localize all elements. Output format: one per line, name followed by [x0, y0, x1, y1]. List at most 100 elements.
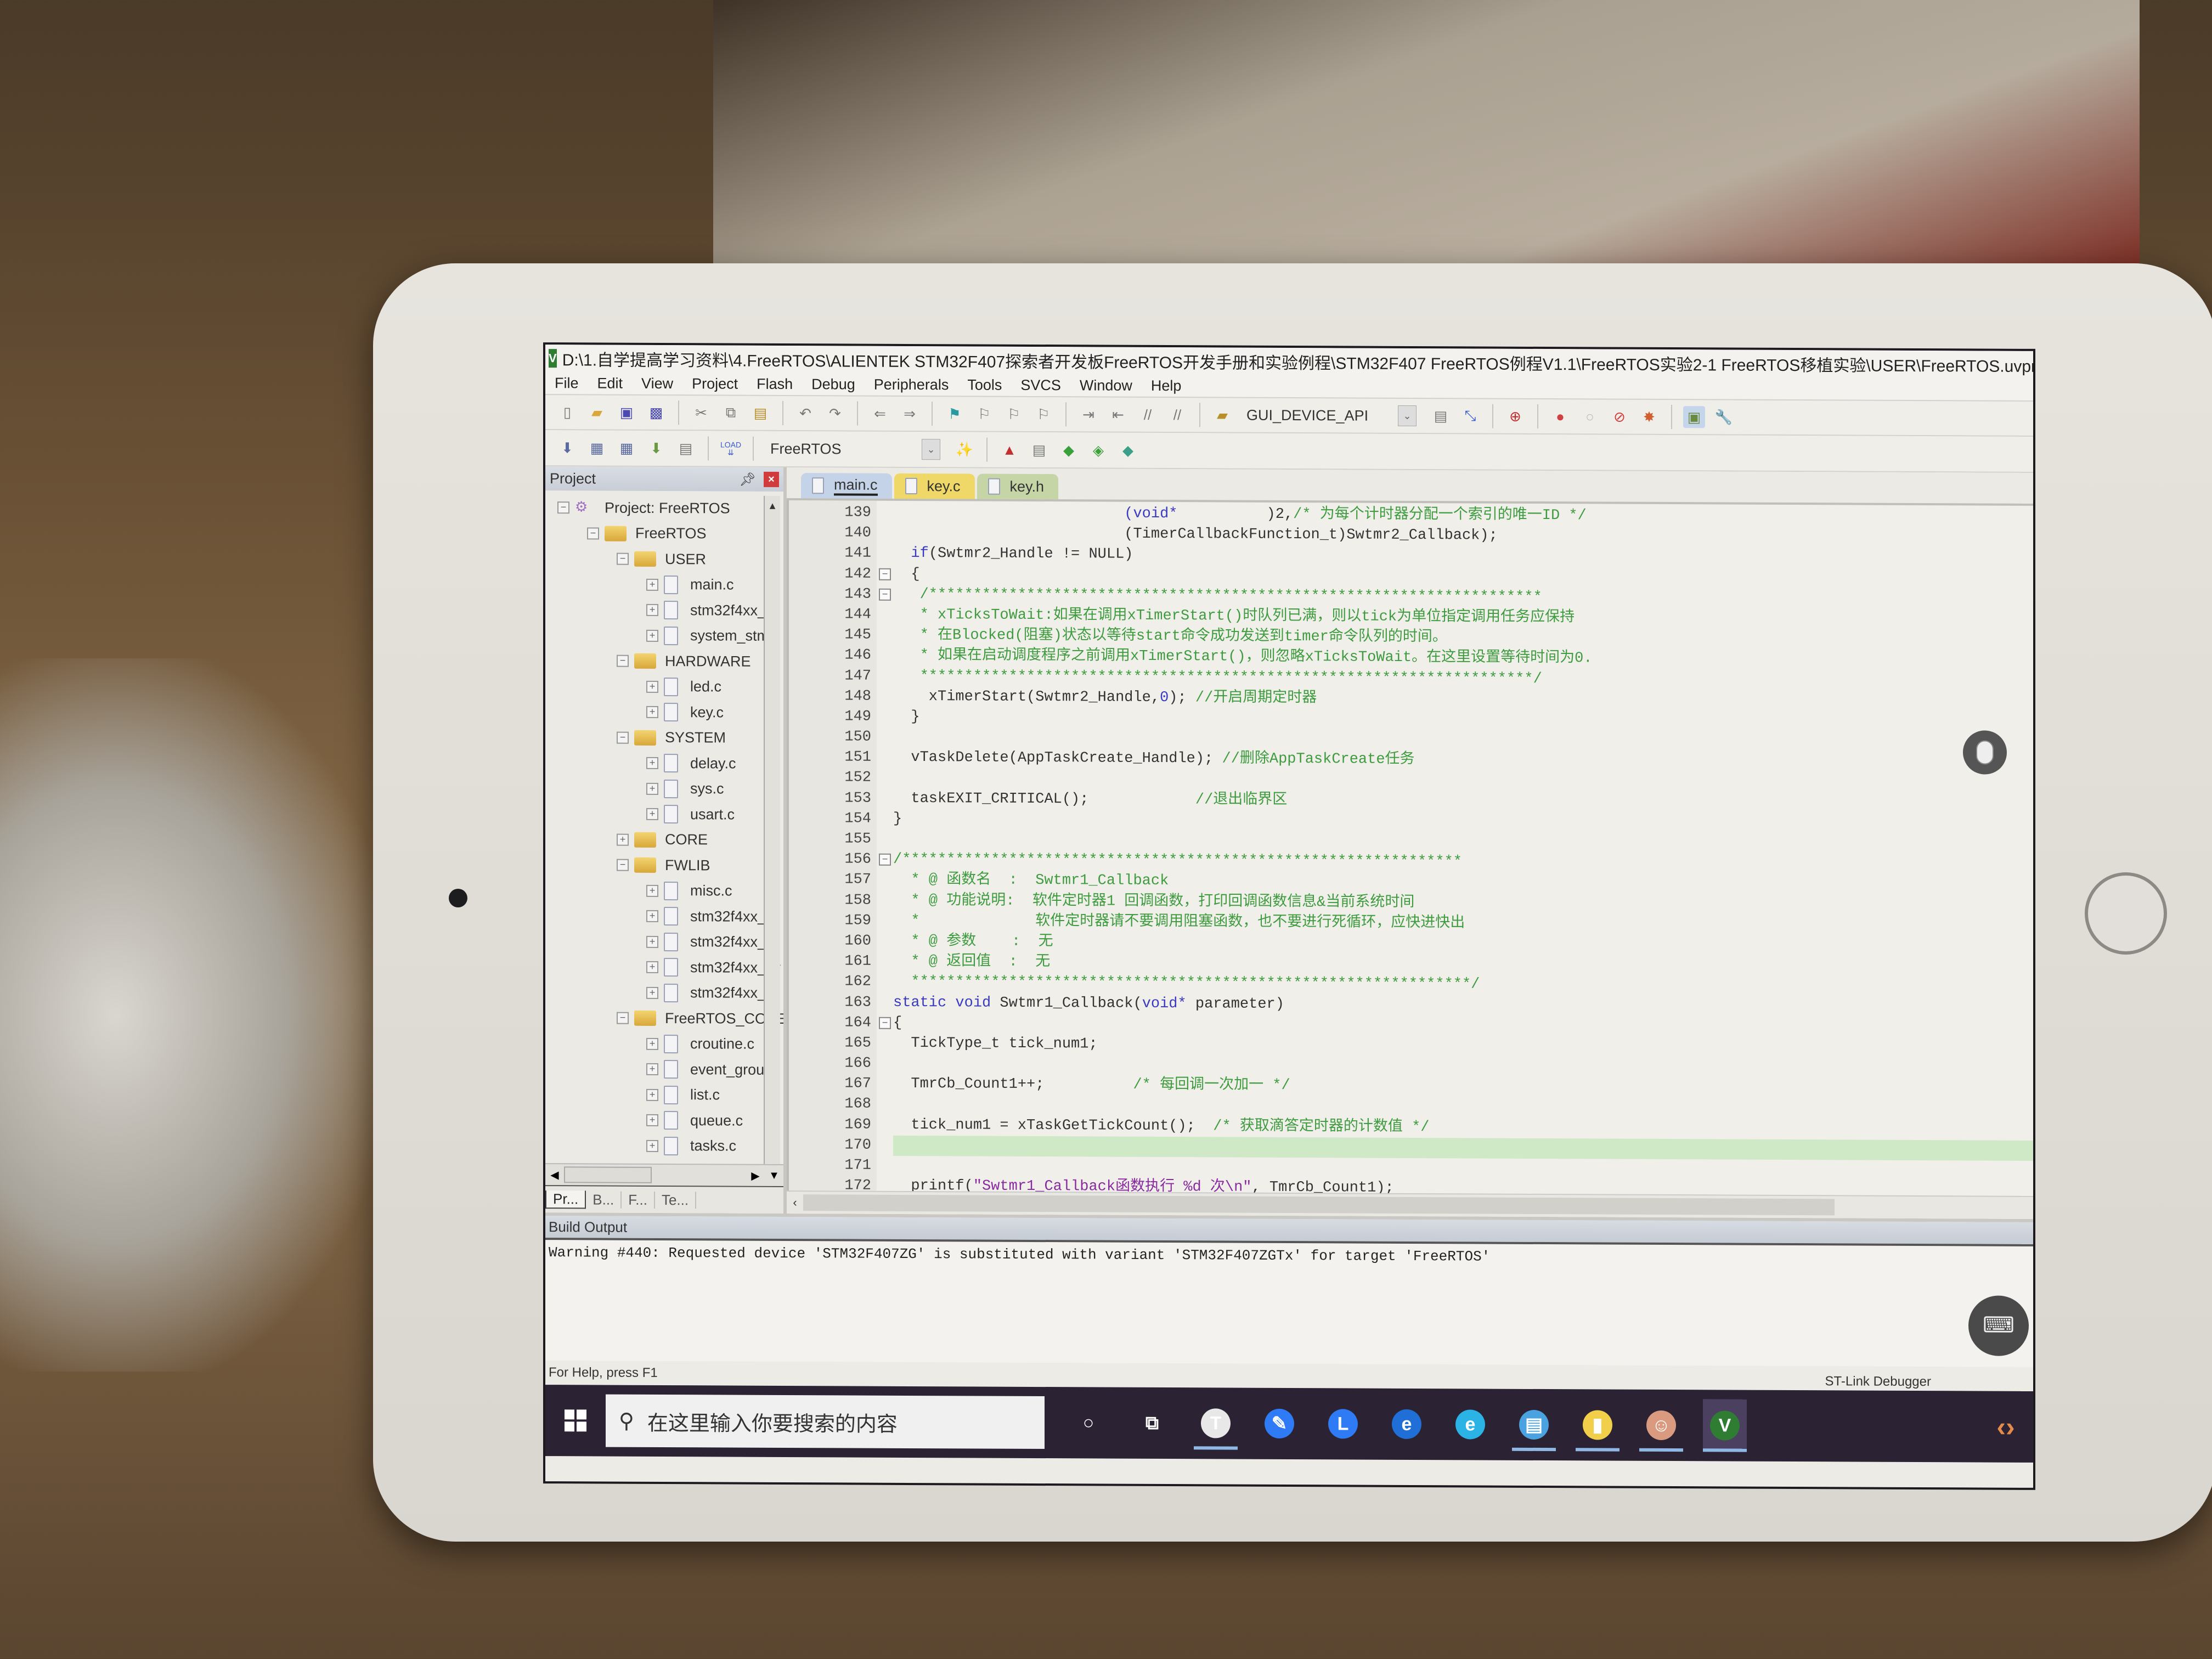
- tree-item-file[interactable]: + misc.c: [545, 878, 783, 904]
- scroll-left-icon[interactable]: ◀: [545, 1168, 564, 1182]
- menu-project[interactable]: Project: [682, 375, 747, 393]
- tree-item-file[interactable]: + stm32f4xx_it: [545, 597, 783, 623]
- cortana-icon[interactable]: ○: [1066, 1396, 1110, 1449]
- disable-breakpoint-icon[interactable]: ○: [1579, 405, 1601, 427]
- tree-item-folder[interactable]: − HARDWARE: [545, 648, 783, 674]
- mouse-icon[interactable]: [1963, 730, 2007, 775]
- tree-item-file[interactable]: + list.c: [545, 1082, 783, 1108]
- file-explorer-icon[interactable]: ▮: [1576, 1398, 1620, 1451]
- tab-key-c[interactable]: key.c: [894, 473, 975, 499]
- templates-tab[interactable]: Te...: [654, 1191, 697, 1209]
- new-file-icon[interactable]: ▯: [556, 401, 578, 423]
- collapse-icon[interactable]: −: [617, 552, 629, 565]
- expand-icon[interactable]: +: [646, 1037, 658, 1050]
- feishu-icon[interactable]: ✎: [1257, 1397, 1301, 1450]
- expand-icon[interactable]: +: [646, 1063, 658, 1076]
- code-text[interactable]: (void* )2,/* 为每个计时器分配一个索引的唯一ID */ (Timer…: [893, 501, 2033, 1196]
- collapse-icon[interactable]: −: [617, 859, 629, 871]
- scroll-down-icon[interactable]: ▼: [765, 1169, 783, 1182]
- expand-icon[interactable]: +: [646, 629, 658, 642]
- tree-item-file[interactable]: + delay.c: [545, 750, 783, 776]
- cut-icon[interactable]: ✂: [690, 402, 712, 424]
- paste-icon[interactable]: ▤: [749, 402, 771, 424]
- pin-icon[interactable]: 📌︎: [740, 471, 756, 487]
- download-icon[interactable]: LOAD ⇊: [720, 437, 742, 459]
- breakpoint-icon[interactable]: ●: [1549, 405, 1571, 427]
- fold-collapse-icon[interactable]: −: [879, 568, 891, 580]
- expand-icon[interactable]: +: [646, 578, 658, 591]
- find-combo[interactable]: GUI_DEVICE_API ⌄: [1241, 404, 1422, 427]
- menu-view[interactable]: View: [632, 375, 682, 392]
- redo-icon[interactable]: ↷: [824, 402, 846, 424]
- menu-help[interactable]: Help: [1142, 377, 1191, 394]
- tree-item-file[interactable]: + croutine.c: [545, 1031, 783, 1057]
- tree-item-file[interactable]: + queue.c: [545, 1107, 783, 1133]
- functions-tab[interactable]: F...: [622, 1191, 655, 1209]
- tree-item-folder[interactable]: − FWLIB: [545, 852, 783, 878]
- tab-key-h[interactable]: key.h: [977, 473, 1059, 500]
- stop-build-icon[interactable]: ▤: [675, 437, 697, 459]
- tree-item-file[interactable]: + tasks.c: [545, 1133, 783, 1159]
- expand-icon[interactable]: +: [646, 1114, 658, 1127]
- uncomment-icon[interactable]: //: [1166, 404, 1188, 426]
- fold-collapse-icon[interactable]: −: [879, 854, 891, 866]
- configure-icon[interactable]: 🔧: [1713, 406, 1735, 428]
- tree-item-file[interactable]: + event_group: [545, 1056, 783, 1082]
- fold-collapse-icon[interactable]: −: [879, 1017, 891, 1029]
- nav-forward-icon[interactable]: ⇒: [899, 403, 921, 425]
- kill-all-icon[interactable]: ✸: [1638, 406, 1660, 428]
- tree-item-file[interactable]: + key.c: [545, 699, 783, 725]
- code-arrows-icon[interactable]: ‹›: [1978, 1410, 2033, 1442]
- home-button[interactable]: [2085, 872, 2167, 955]
- bookmark-icon[interactable]: ⚑: [944, 403, 966, 425]
- collapse-icon[interactable]: −: [587, 527, 599, 540]
- keyboard-icon[interactable]: ⌨: [1968, 1295, 2029, 1356]
- target-select[interactable]: FreeRTOS ⌄: [765, 438, 946, 460]
- next-bookmark-icon[interactable]: ⚐: [1003, 403, 1025, 425]
- open-folder-icon[interactable]: ▰: [586, 401, 608, 423]
- tree-item-file[interactable]: + main.c: [545, 572, 783, 598]
- taskbar-search[interactable]: ⚲ 在这里输入你要搜索的内容: [606, 1394, 1045, 1449]
- clock-app-icon[interactable]: L: [1321, 1397, 1365, 1450]
- keil-uvision-icon[interactable]: V: [1703, 1399, 1747, 1452]
- tree-item-folder[interactable]: − FreeRTOS_CORE: [545, 1005, 783, 1031]
- copy-icon[interactable]: ⧉: [720, 402, 742, 424]
- tree-item-target[interactable]: − FreeRTOS: [545, 521, 783, 547]
- translate-icon[interactable]: ⬇: [556, 437, 578, 459]
- expand-icon[interactable]: +: [646, 757, 658, 770]
- scrollbar-thumb[interactable]: [564, 1166, 652, 1183]
- file-extensions-icon[interactable]: ▲: [998, 439, 1020, 461]
- incremental-find-icon[interactable]: ▤: [1430, 405, 1452, 427]
- find-references-icon[interactable]: ⤡: [1459, 405, 1481, 427]
- fold-collapse-icon[interactable]: −: [879, 588, 891, 601]
- expand-icon[interactable]: +: [646, 1139, 658, 1152]
- expand-icon[interactable]: +: [617, 833, 629, 846]
- window-layout-icon[interactable]: ▣: [1683, 406, 1705, 428]
- menu-file[interactable]: File: [545, 375, 588, 392]
- comment-icon[interactable]: //: [1137, 404, 1159, 426]
- pack-installer-icon[interactable]: ◈: [1087, 439, 1109, 461]
- tree-item-file[interactable]: + stm32f4xx_sy: [545, 954, 783, 980]
- expand-icon[interactable]: +: [646, 604, 658, 617]
- tree-item-folder[interactable]: + CORE: [545, 827, 783, 853]
- scroll-left-icon[interactable]: ‹: [787, 1195, 803, 1210]
- scrollbar-thumb[interactable]: [803, 1194, 1835, 1216]
- build-output-text[interactable]: Warning #440: Requested device 'STM32F40…: [545, 1240, 2033, 1367]
- tree-item-file[interactable]: + stm32f4xx_rc: [545, 929, 783, 955]
- debug-start-icon[interactable]: ⊕: [1504, 405, 1526, 427]
- prev-bookmark-icon[interactable]: ⚐: [973, 403, 995, 425]
- unindent-icon[interactable]: ⇤: [1107, 404, 1129, 426]
- build-icon[interactable]: ▦: [586, 437, 608, 459]
- tree-horizontal-scrollbar[interactable]: ◀ ▶ ▼: [545, 1163, 783, 1186]
- scroll-up-icon[interactable]: ▲: [765, 496, 780, 516]
- expand-icon[interactable]: +: [646, 935, 658, 948]
- menu-svcs[interactable]: SVCS: [1011, 376, 1070, 393]
- project-tab[interactable]: Pr...: [545, 1190, 586, 1209]
- find-in-files-icon[interactable]: ▰: [1211, 404, 1233, 426]
- expand-icon[interactable]: +: [646, 808, 658, 821]
- run-time-environment-icon[interactable]: ◆: [1117, 439, 1139, 461]
- expand-icon[interactable]: +: [646, 1088, 658, 1101]
- tree-vertical-scrollbar[interactable]: ▲: [764, 495, 780, 1164]
- target-options-icon[interactable]: ✨: [953, 438, 975, 460]
- chevron-down-icon[interactable]: ⌄: [922, 439, 940, 460]
